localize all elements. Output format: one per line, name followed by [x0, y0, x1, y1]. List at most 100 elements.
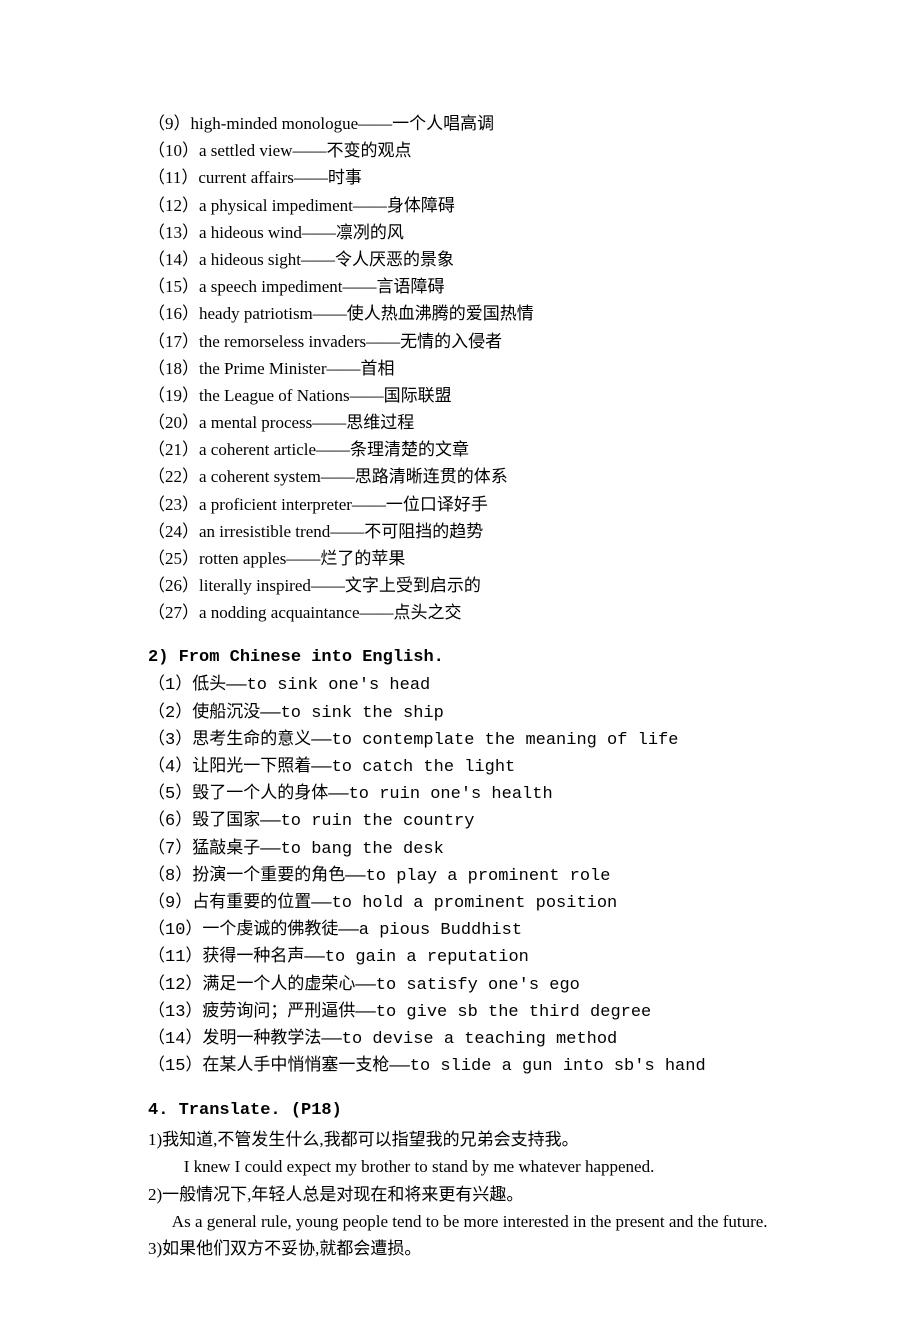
- entry-text: 占有重要的位置——to hold a prominent position: [192, 894, 617, 913]
- vocab-entry: （21）a coherent article——条理清楚的文章: [148, 436, 800, 463]
- item-number: 1): [148, 1126, 162, 1153]
- entry-number: （8）: [148, 867, 192, 886]
- entry-number: （6）: [148, 812, 192, 831]
- entry-text: the remorseless invaders——无情的入侵者: [199, 332, 502, 351]
- entry-text: 一个虔诚的佛教徒——a pious Buddhist: [202, 921, 522, 940]
- entry-number: （17）: [148, 332, 199, 351]
- entry-text: a hideous wind——凛冽的风: [199, 223, 404, 242]
- section-heading: 2) From Chinese into English.: [148, 644, 800, 671]
- entry-text: the League of Nations——国际联盟: [199, 386, 452, 405]
- entry-text: a settled view——不变的观点: [199, 141, 411, 160]
- entry-number: （14）: [148, 250, 199, 269]
- entry-number: （15）: [148, 277, 199, 296]
- document-page: （9）high-minded monologue——一个人唱高调（10）a se…: [0, 0, 920, 1342]
- entry-number: （16）: [148, 304, 199, 323]
- translate-answer: I knew I could expect my brother to stan…: [184, 1153, 800, 1180]
- entry-text: 扮演一个重要的角色——to play a prominent role: [192, 867, 610, 886]
- vocab-entry: （9）high-minded monologue——一个人唱高调: [148, 110, 800, 137]
- translate-item: 2) 一般情况下,年轻人总是对现在和将来更有兴趣。: [148, 1181, 800, 1208]
- vocab-entry: （10）a settled view——不变的观点: [148, 137, 800, 164]
- entry-number: （1）: [148, 676, 192, 695]
- translate-item: 3) 如果他们双方不妥协,就都会遭损。: [148, 1235, 800, 1262]
- item-text: 我知道,不管发生什么,我都可以指望我的兄弟会支持我。: [162, 1126, 800, 1153]
- entry-text: a coherent system——思路清晰连贯的体系: [199, 467, 508, 486]
- entry-text: 毁了一个人的身体——to ruin one's health: [192, 785, 552, 804]
- vocab-entry: （2）使船沉没——to sink the ship: [148, 700, 800, 727]
- vocab-entry: （15）在某人手中悄悄塞一支枪——to slide a gun into sb'…: [148, 1053, 800, 1080]
- vocab-entry: （25）rotten apples——烂了的苹果: [148, 545, 800, 572]
- entry-text: high-minded monologue——一个人唱高调: [191, 114, 495, 133]
- entry-text: 疲劳询问；严刑逼供——to give sb the third degree: [202, 1003, 651, 1022]
- entry-text: a nodding acquaintance——点头之交: [199, 603, 462, 622]
- entry-number: （11）: [148, 168, 198, 187]
- entry-number: （11）: [148, 948, 202, 967]
- entry-number: （27）: [148, 603, 199, 622]
- vocab-entry: （6）毁了国家——to ruin the country: [148, 808, 800, 835]
- entry-text: a mental process——思维过程: [199, 413, 414, 432]
- vocab-entry: （26）literally inspired——文字上受到启示的: [148, 572, 800, 599]
- entry-number: （21）: [148, 440, 199, 459]
- entry-text: literally inspired——文字上受到启示的: [199, 576, 481, 595]
- item-number: 2): [148, 1181, 162, 1208]
- vocab-entry: （11）获得一种名声——to gain a reputation: [148, 944, 800, 971]
- entry-text: 在某人手中悄悄塞一支枪——to slide a gun into sb's ha…: [202, 1057, 705, 1076]
- vocab-entry: （8）扮演一个重要的角色——to play a prominent role: [148, 863, 800, 890]
- entry-text: a physical impediment——身体障碍: [199, 196, 455, 215]
- vocab-entry: （16）heady patriotism——使人热血沸腾的爱国热情: [148, 300, 800, 327]
- entry-text: 猛敲桌子——to bang the desk: [192, 840, 444, 859]
- vocab-entry: （24）an irresistible trend——不可阻挡的趋势: [148, 518, 800, 545]
- vocab-entry: （9）占有重要的位置——to hold a prominent position: [148, 890, 800, 917]
- entry-number: （10）: [148, 921, 202, 940]
- entry-text: 低头——to sink one's head: [192, 676, 430, 695]
- vocab-entry: （27）a nodding acquaintance——点头之交: [148, 599, 800, 626]
- vocab-entry: （5）毁了一个人的身体——to ruin one's health: [148, 781, 800, 808]
- entry-number: （13）: [148, 1003, 202, 1022]
- entry-number: （3）: [148, 731, 192, 750]
- vocab-entry: （1）低头——to sink one's head: [148, 672, 800, 699]
- entry-number: （19）: [148, 386, 199, 405]
- entry-text: 使船沉没——to sink the ship: [192, 704, 444, 723]
- entry-number: （20）: [148, 413, 199, 432]
- entry-text: 思考生命的意义——to contemplate the meaning of l…: [192, 731, 678, 750]
- entry-number: （18）: [148, 359, 199, 378]
- vocab-entry: （12）a physical impediment——身体障碍: [148, 192, 800, 219]
- entry-text: 获得一种名声——to gain a reputation: [202, 948, 528, 967]
- entry-number: （12）: [148, 196, 199, 215]
- entry-number: （2）: [148, 704, 192, 723]
- entry-number: （24）: [148, 522, 199, 541]
- item-number: 3): [148, 1235, 162, 1262]
- entry-text: heady patriotism——使人热血沸腾的爱国热情: [199, 304, 534, 323]
- translate-answer: As a general rule, young people tend to …: [148, 1208, 800, 1235]
- vocab-entry: （14）发明一种教学法——to devise a teaching method: [148, 1026, 800, 1053]
- vocab-entry: （10）一个虔诚的佛教徒——a pious Buddhist: [148, 917, 800, 944]
- vocab-entry: （13）疲劳询问；严刑逼供——to give sb the third degr…: [148, 999, 800, 1026]
- vocab-entry: （11）current affairs——时事: [148, 164, 800, 191]
- entry-number: （25）: [148, 549, 199, 568]
- entry-number: （15）: [148, 1057, 202, 1076]
- entry-text: the Prime Minister——首相: [199, 359, 394, 378]
- entry-text: a speech impediment——言语障碍: [199, 277, 445, 296]
- entry-number: （9）: [148, 114, 191, 133]
- vocab-entry: （3）思考生命的意义——to contemplate the meaning o…: [148, 727, 800, 754]
- entry-number: （7）: [148, 840, 192, 859]
- item-text: 如果他们双方不妥协,就都会遭损。: [162, 1235, 800, 1262]
- entry-number: （12）: [148, 976, 202, 995]
- entry-number: （26）: [148, 576, 199, 595]
- vocab-entry: （13）a hideous wind——凛冽的风: [148, 219, 800, 246]
- vocab-entry: （18）the Prime Minister——首相: [148, 355, 800, 382]
- entry-number: （13）: [148, 223, 199, 242]
- entry-number: （22）: [148, 467, 199, 486]
- vocab-entry: （19）the League of Nations——国际联盟: [148, 382, 800, 409]
- vocab-entry: （12）满足一个人的虚荣心——to satisfy one's ego: [148, 972, 800, 999]
- vocab-entry: （4）让阳光一下照着——to catch the light: [148, 754, 800, 781]
- vocab-entry: （17）the remorseless invaders——无情的入侵者: [148, 328, 800, 355]
- entry-number: （23）: [148, 495, 199, 514]
- entry-number: （5）: [148, 785, 192, 804]
- entry-number: （14）: [148, 1030, 202, 1049]
- vocab-entry: （15）a speech impediment——言语障碍: [148, 273, 800, 300]
- entry-number: （9）: [148, 894, 192, 913]
- entry-text: current affairs——时事: [198, 168, 362, 187]
- entry-text: a hideous sight——令人厌恶的景象: [199, 250, 454, 269]
- entry-text: 满足一个人的虚荣心——to satisfy one's ego: [202, 976, 579, 995]
- item-text: 一般情况下,年轻人总是对现在和将来更有兴趣。: [162, 1181, 800, 1208]
